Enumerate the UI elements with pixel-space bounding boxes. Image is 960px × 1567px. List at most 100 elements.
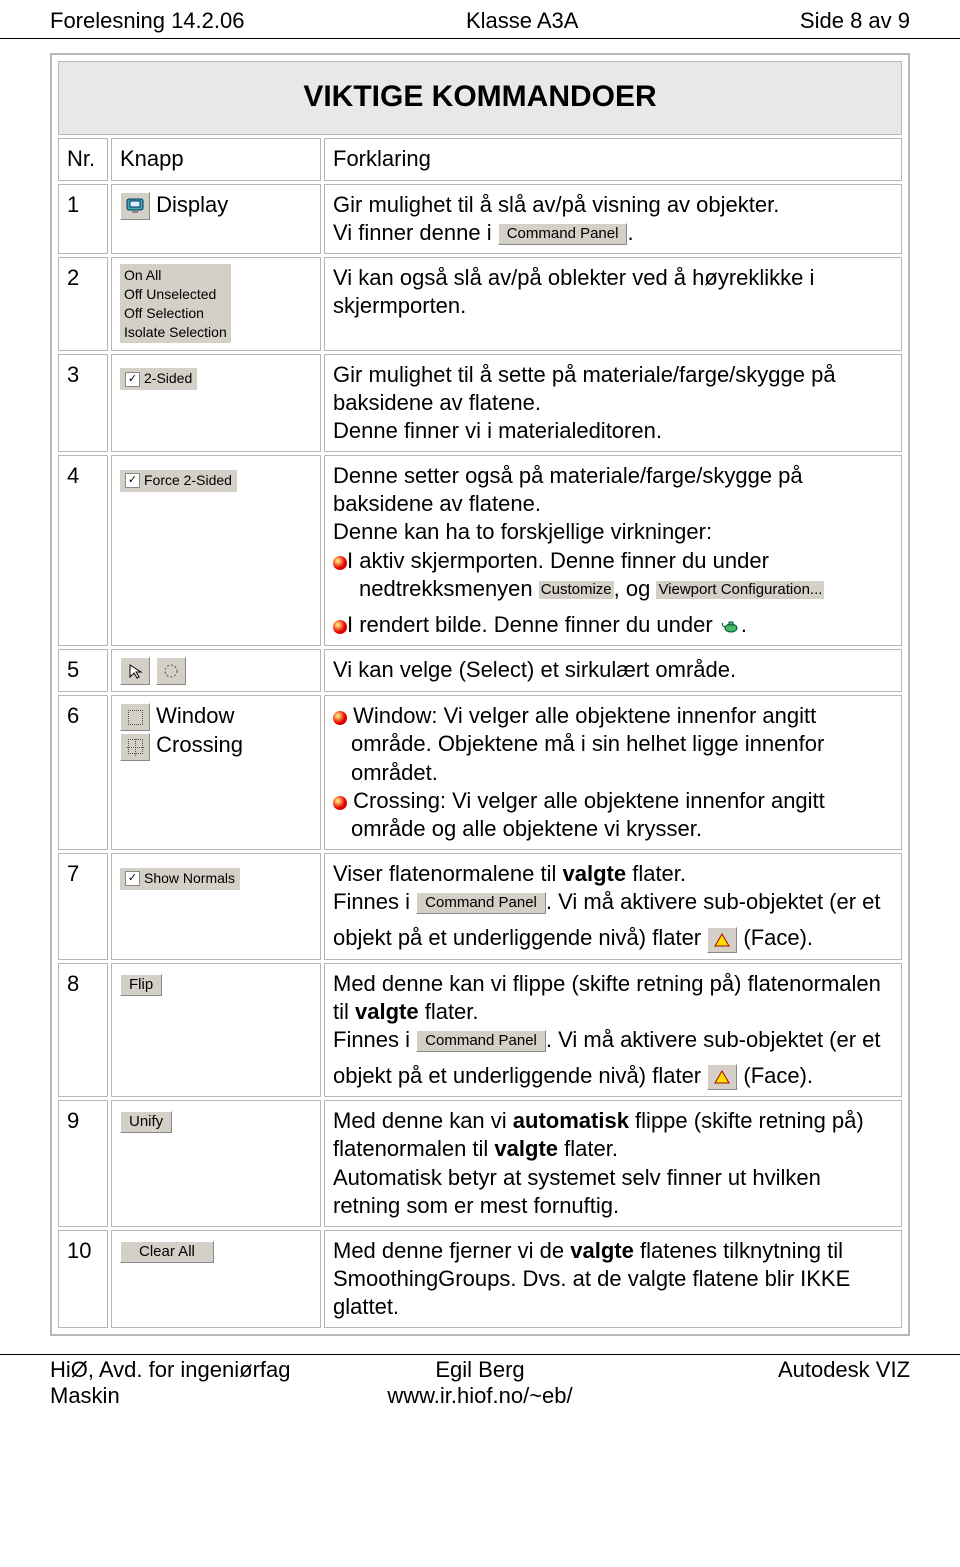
checkbox-icon: ✓ bbox=[125, 871, 140, 886]
table-title: VIKTIGE KOMMANDOER bbox=[58, 61, 902, 135]
crossing-select-icon bbox=[120, 733, 150, 761]
col-knapp-header: Knapp bbox=[111, 138, 321, 180]
r7-p1a: Viser flatenormalene til bbox=[333, 861, 563, 886]
r8-p3b: (Face). bbox=[743, 1063, 813, 1088]
r9-p1d: valgte bbox=[494, 1136, 558, 1161]
r4-p3a: I aktiv skjermporten. Denne finner du un… bbox=[347, 548, 769, 573]
visibility-context-menu: On All Off Unselected Off Selection Isol… bbox=[120, 264, 231, 344]
row-knapp: ✓ 2-Sided bbox=[111, 354, 321, 452]
flip-button: Flip bbox=[120, 974, 162, 996]
r7-p1c: flater. bbox=[626, 861, 686, 886]
window-label: Window bbox=[156, 703, 234, 728]
r1-line2b: . bbox=[627, 220, 633, 245]
table-row: 10 Clear All Med denne fjerner vi de val… bbox=[58, 1230, 902, 1328]
row-forklaring: Med denne fjerner vi de valgte flatenes … bbox=[324, 1230, 902, 1328]
row-knapp: Clear All bbox=[111, 1230, 321, 1328]
row-forklaring: Vi kan velge (Select) et sirkulært områd… bbox=[324, 649, 902, 692]
row-forklaring: Gir mulighet til å sette på materiale/fa… bbox=[324, 354, 902, 452]
row-nr: 5 bbox=[58, 649, 108, 692]
bullet-icon bbox=[333, 620, 347, 634]
show-normals-label: Show Normals bbox=[144, 870, 235, 888]
r4-p2: Denne kan ha to forskjellige virkninger: bbox=[333, 518, 893, 546]
table-row: 3 ✓ 2-Sided Gir mulighet til å sette på … bbox=[58, 354, 902, 452]
table-row: 2 On All Off Unselected Off Selection Is… bbox=[58, 257, 902, 351]
col-nr-header: Nr. bbox=[58, 138, 108, 180]
row-forklaring: Denne setter også på materiale/farge/sky… bbox=[324, 455, 902, 646]
row-nr: 2 bbox=[58, 257, 108, 351]
r4-p4a: I rendert bilde. Denne finner du under bbox=[347, 612, 719, 637]
table-row: 4 ✓ Force 2-Sided Denne setter også på m… bbox=[58, 455, 902, 646]
r4-p4b: . bbox=[741, 612, 747, 637]
footer-left-1: HiØ, Avd. for ingeniørfag bbox=[50, 1357, 337, 1383]
window-select-icon bbox=[120, 703, 150, 731]
row-knapp: ✓ Force 2-Sided bbox=[111, 455, 321, 646]
bullet-icon bbox=[333, 556, 347, 570]
r1-line2a: Vi finner denne i bbox=[333, 220, 498, 245]
table-row: 9 Unify Med denne kan vi automatisk flip… bbox=[58, 1100, 902, 1227]
checkbox-icon: ✓ bbox=[125, 473, 140, 488]
row-forklaring: Med denne kan vi flippe (skifte retning … bbox=[324, 963, 902, 1098]
r10-p1a: Med denne fjerner vi de bbox=[333, 1238, 570, 1263]
table-header-row: Nr. Knapp Forklaring bbox=[58, 138, 902, 180]
commands-table-wrapper: VIKTIGE KOMMANDOER Nr. Knapp Forklaring … bbox=[50, 53, 910, 1336]
checkbox-icon: ✓ bbox=[125, 372, 140, 387]
display-icon bbox=[120, 192, 150, 220]
r7-p2a: Finnes i bbox=[333, 889, 416, 914]
header-center: Klasse A3A bbox=[466, 8, 579, 34]
row-knapp: Display bbox=[111, 184, 321, 254]
r10-p1b: valgte bbox=[570, 1238, 634, 1263]
bullet-icon bbox=[333, 711, 347, 725]
footer-mid-2: www.ir.hiof.no/~eb/ bbox=[337, 1383, 624, 1409]
menu-item: Off Unselected bbox=[124, 285, 227, 304]
table-row: 6 Window Crossing bbox=[58, 695, 902, 850]
two-sided-checkbox: ✓ 2-Sided bbox=[120, 368, 197, 390]
r7-p2b: . Vi må aktivere sub-objektet (er et bbox=[546, 889, 881, 914]
row-forklaring: Gir mulighet til å slå av/på visning av … bbox=[324, 184, 902, 254]
force-two-sided-checkbox: ✓ Force 2-Sided bbox=[120, 470, 237, 492]
clear-all-button: Clear All bbox=[120, 1241, 214, 1263]
header-left: Forelesning 14.2.06 bbox=[50, 8, 244, 34]
command-panel-button: Command Panel bbox=[498, 223, 628, 245]
force-two-sided-label: Force 2-Sided bbox=[144, 472, 232, 490]
r4-p3b: nedtrekksmenyen bbox=[359, 576, 539, 601]
row-nr: 7 bbox=[58, 853, 108, 960]
row-knapp bbox=[111, 649, 321, 692]
two-sided-label: 2-Sided bbox=[144, 370, 192, 388]
footer-right: Autodesk VIZ bbox=[623, 1357, 910, 1383]
r7-p3a: objekt på et underliggende nivå) flater bbox=[333, 925, 707, 950]
bullet-icon bbox=[333, 796, 347, 810]
page-footer: HiØ, Avd. for ingeniørfag Maskin Egil Be… bbox=[0, 1354, 960, 1429]
command-panel-button: Command Panel bbox=[416, 1030, 546, 1052]
r9-p1e: flater. bbox=[558, 1136, 618, 1161]
page-header: Forelesning 14.2.06 Klasse A3A Side 8 av… bbox=[0, 0, 960, 39]
menu-item: Isolate Selection bbox=[124, 323, 227, 342]
circle-select-icon bbox=[156, 657, 186, 685]
table-row: 7 ✓ Show Normals Viser flatenormalene ti… bbox=[58, 853, 902, 960]
r4-p3c: , og bbox=[614, 576, 657, 601]
r6-l2: Crossing: Vi velger alle objektene innen… bbox=[351, 788, 825, 841]
row-forklaring: Viser flatenormalene til valgte flater. … bbox=[324, 853, 902, 960]
r9-p2: Automatisk betyr at systemet selv finner… bbox=[333, 1164, 893, 1220]
r6-l1: Window: Vi velger alle objektene innenfo… bbox=[351, 703, 824, 784]
menu-item: On All bbox=[124, 266, 227, 285]
display-label: Display bbox=[156, 192, 228, 217]
customize-menu-label: Customize bbox=[539, 581, 614, 599]
r7-p3b: (Face). bbox=[743, 925, 813, 950]
viewport-config-menu-label: Viewport Configuration... bbox=[656, 581, 824, 599]
row-nr: 4 bbox=[58, 455, 108, 646]
render-teapot-icon bbox=[719, 614, 741, 632]
row-forklaring: Vi kan også slå av/på oblekter ved å høy… bbox=[324, 257, 902, 351]
r1-line1: Gir mulighet til å slå av/på visning av … bbox=[333, 191, 893, 219]
row-forklaring: Med denne kan vi automatisk flippe (skif… bbox=[324, 1100, 902, 1227]
r7-p1b: valgte bbox=[563, 861, 627, 886]
r8-p1b: valgte bbox=[355, 999, 419, 1024]
face-subobject-icon bbox=[707, 1064, 737, 1090]
face-subobject-icon bbox=[707, 927, 737, 953]
row-knapp: On All Off Unselected Off Selection Isol… bbox=[111, 257, 321, 351]
row-nr: 9 bbox=[58, 1100, 108, 1227]
footer-left-2: Maskin bbox=[50, 1383, 337, 1409]
row-knapp: Unify bbox=[111, 1100, 321, 1227]
show-normals-checkbox: ✓ Show Normals bbox=[120, 868, 240, 890]
unify-button: Unify bbox=[120, 1111, 172, 1133]
table-row: 8 Flip Med denne kan vi flippe (skifte r… bbox=[58, 963, 902, 1098]
